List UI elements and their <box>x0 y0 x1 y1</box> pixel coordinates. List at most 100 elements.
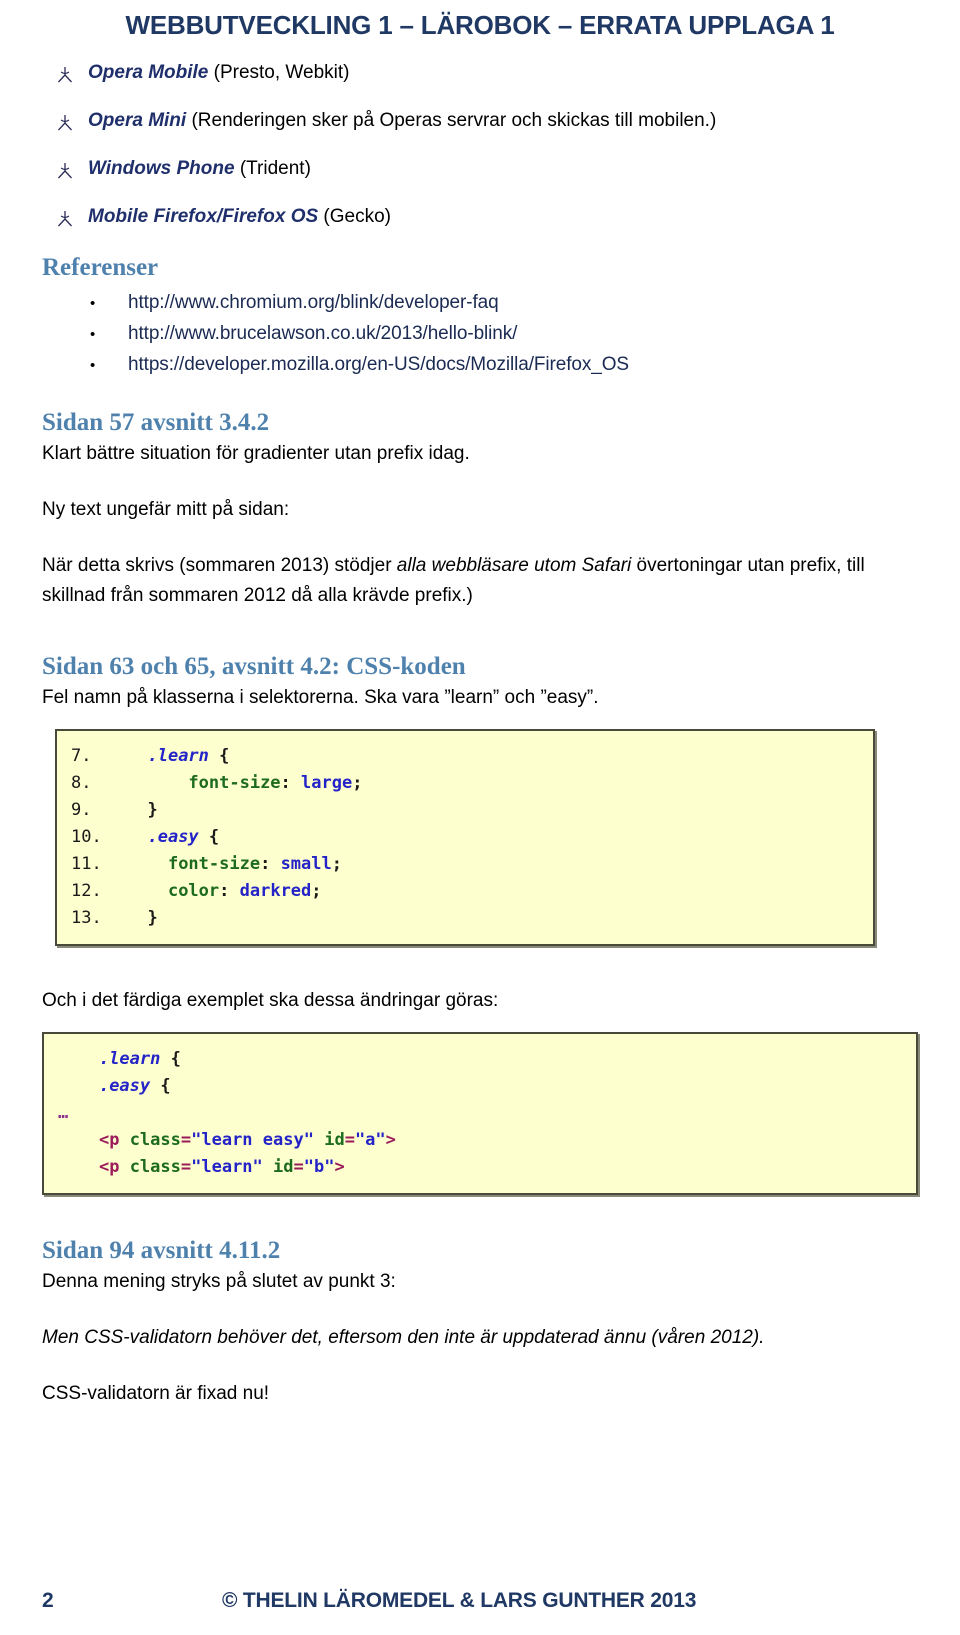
reference-url[interactable]: http://www.brucelawson.co.uk/2013/hello-… <box>128 319 918 349</box>
section-94-line1: Denna mening stryks på slutet av punkt 3… <box>42 1271 396 1292</box>
section-57-heading: Sidan 57 avsnitt 3.4.2 <box>42 409 270 436</box>
code-token: ; <box>352 773 363 793</box>
code-token: { <box>208 746 230 766</box>
browser-name: Windows Phone <box>88 158 235 179</box>
code-token: > <box>385 1130 396 1150</box>
code-token: darkred <box>239 881 312 901</box>
browser-entry: Opera Mini (Renderingen sker på Operas s… <box>88 108 918 134</box>
code-line: 10. .easy { <box>71 824 859 851</box>
code-token: = <box>293 1157 304 1177</box>
list-item: Windows Phone (Trident) <box>42 156 918 182</box>
browser-name: Mobile Firefox/Firefox OS <box>88 206 319 227</box>
section-63-65-heading: Sidan 63 och 65, avsnitt 4.2: CSS-koden <box>42 653 466 680</box>
code-token: "a" <box>354 1130 386 1150</box>
code-token: = <box>180 1130 192 1150</box>
css-code-block: 7. .learn {8. font-size: large; 9. } 10. .… <box>55 729 875 946</box>
code-token: = <box>180 1157 192 1177</box>
code-token: } <box>147 800 158 820</box>
code-line: .learn { <box>58 1046 902 1073</box>
code-token: font-size <box>188 773 281 793</box>
code-line: 8. font-size: large; <box>71 770 859 797</box>
footer-page-number: 2 <box>42 1589 54 1612</box>
code-token: { <box>160 1049 181 1069</box>
tripod-bullet-icon <box>42 61 88 87</box>
code-token: class <box>129 1130 181 1150</box>
browser-entry: Mobile Firefox/Firefox OS (Gecko) <box>88 204 918 230</box>
code-token: "learn easy" <box>191 1130 314 1150</box>
code-token: .easy <box>98 1076 151 1096</box>
code-line-number: 11. <box>71 854 102 874</box>
browser-name: Opera Mini <box>88 110 187 131</box>
code-token: { <box>150 1076 171 1096</box>
browser-entry: Windows Phone (Trident) <box>88 156 918 182</box>
code-line: 9. } <box>71 797 859 824</box>
code-line: <p class="learn" id="b"> <box>58 1154 902 1181</box>
code-token: ; <box>311 881 322 901</box>
para-part1: När detta skrivs (sommaren 2013) stödjer <box>42 555 397 576</box>
document-page: WEBBUTVECKLING 1 – LÄROBOK – ERRATA UPPL… <box>0 0 960 1635</box>
code-token: color <box>167 881 220 901</box>
page-footer: 2 © THELIN LÄROMEDEL & LARS GUNTHER 2013 <box>0 1589 960 1613</box>
code-token: .easy <box>147 827 199 847</box>
browser-engine-detail: (Presto, Webkit) <box>208 62 350 83</box>
browser-engine-detail: (Renderingen sker på Operas servrar och … <box>186 110 717 131</box>
section-57-line1: Klart bättre situation för gradienter ut… <box>42 443 470 464</box>
code-line-number: 9. <box>71 800 92 820</box>
code-token: { <box>198 827 220 847</box>
footer-copyright: © THELIN LÄROMEDEL & LARS GUNTHER 2013 <box>222 1589 697 1612</box>
section-94-line3: CSS-validatorn är fixad nu! <box>42 1383 270 1404</box>
code-token: : <box>280 773 302 793</box>
list-item: Opera Mobile (Presto, Webkit) <box>42 60 918 86</box>
references-heading: Referenser <box>42 254 159 281</box>
browser-entry: Opera Mobile (Presto, Webkit) <box>88 60 918 86</box>
code-line: 13. } <box>71 905 859 932</box>
page-title: WEBBUTVECKLING 1 – LÄROBOK – ERRATA UPPL… <box>125 10 835 40</box>
code-line-number: 8. <box>71 773 92 793</box>
section-94-heading: Sidan 94 avsnitt 4.11.2 <box>42 1237 281 1264</box>
section-57-paragraph: När detta skrivs (sommaren 2013) stödjer… <box>42 551 918 611</box>
code-line-number: 12. <box>71 881 102 901</box>
code-token: .learn <box>98 1049 161 1069</box>
code-line: 7. .learn { <box>71 743 859 770</box>
list-item: • https://developer.mozilla.org/en-US/doc… <box>42 350 918 381</box>
reference-url[interactable]: http://www.chromium.org/blink/developer-… <box>128 288 918 318</box>
code-token: <p <box>98 1157 120 1177</box>
code-line: .easy { <box>58 1073 902 1100</box>
section-63-65-intro: Fel namn på klasserna i selektorerna. Sk… <box>42 687 599 708</box>
code-token: large <box>301 773 353 793</box>
code-token: small <box>280 854 332 874</box>
code-line-number: 7. <box>71 746 92 766</box>
reference-url[interactable]: https://developer.mozilla.org/en-US/docs… <box>128 350 918 380</box>
code-token: <p <box>98 1130 120 1150</box>
code-token: ; <box>331 854 342 874</box>
browser-engine-detail: (Gecko) <box>318 206 392 227</box>
html-code-block: .learn { .easy {… <p class="learn easy" … <box>42 1032 918 1195</box>
code-token: font-size <box>167 854 261 874</box>
browser-engine-detail: (Trident) <box>234 158 311 179</box>
code-line: 11. font-size: small; <box>71 851 859 878</box>
bullet-dot-icon: • <box>90 295 96 312</box>
section-57-line2: Ny text ungefär mitt på sidan: <box>42 499 290 520</box>
browser-list: Opera Mobile (Presto, Webkit) Opera Mini … <box>42 60 918 230</box>
list-item: • http://www.brucelawson.co.uk/2013/hello… <box>42 319 918 350</box>
after-code-text: Och i det färdiga exemplet ska dessa änd… <box>42 990 499 1011</box>
list-item: • http://www.chromium.org/blink/developer… <box>42 288 918 319</box>
reference-url-list: • http://www.chromium.org/blink/developer… <box>42 288 918 381</box>
